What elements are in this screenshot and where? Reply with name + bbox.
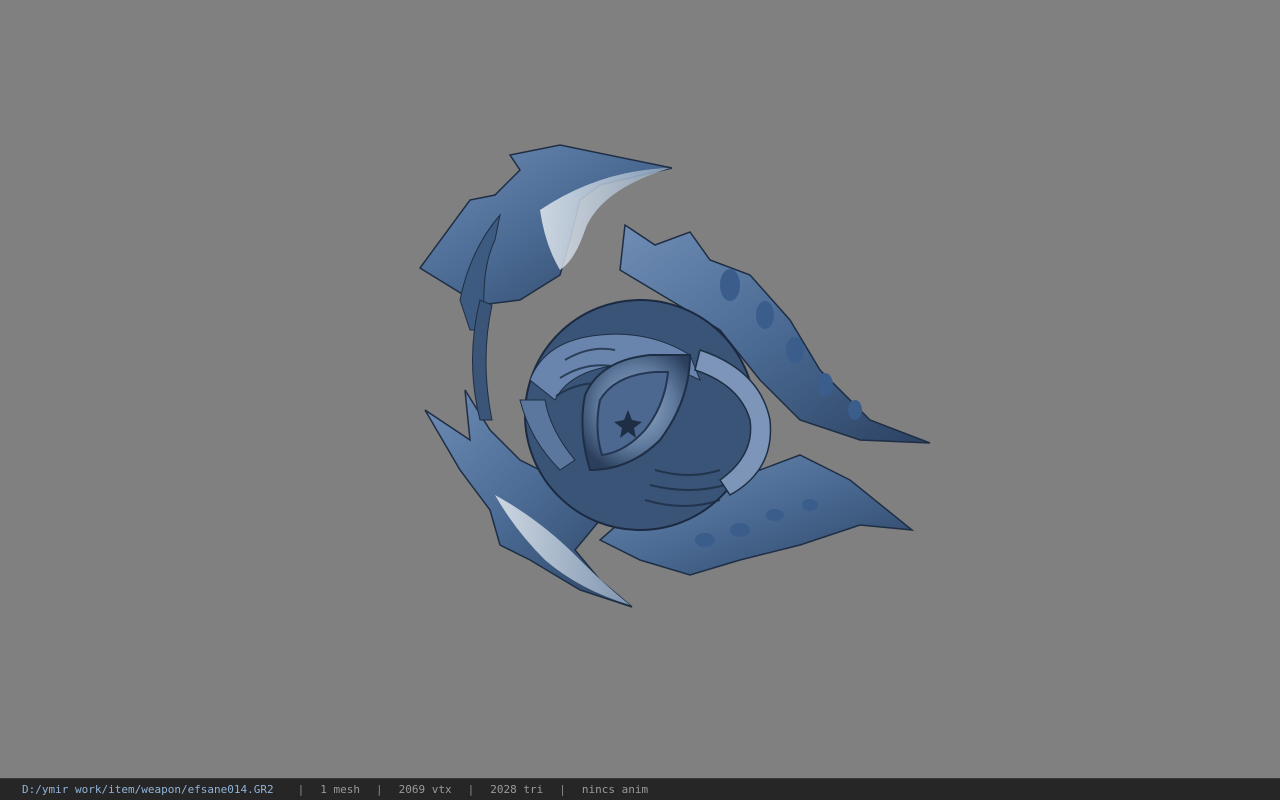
status-separator: | bbox=[559, 783, 566, 796]
status-separator: | bbox=[297, 783, 305, 796]
animation-status-label: nincs anim bbox=[581, 783, 649, 796]
triangle-count-label: 2028 tri bbox=[490, 783, 544, 796]
status-separator: | bbox=[467, 783, 475, 796]
status-separator: | bbox=[376, 783, 383, 796]
weapon-model-render bbox=[418, 144, 931, 608]
file-path-label: D:/ymir work/item/weapon/efsane014.GR2 bbox=[22, 783, 274, 796]
vertex-count-label: 2069 vtx bbox=[398, 783, 452, 796]
mesh-count-label: 1 mesh bbox=[320, 783, 361, 796]
model-viewport[interactable] bbox=[0, 0, 1280, 778]
status-bar: D:/ymir work/item/weapon/efsane014.GR2 |… bbox=[0, 778, 1280, 800]
